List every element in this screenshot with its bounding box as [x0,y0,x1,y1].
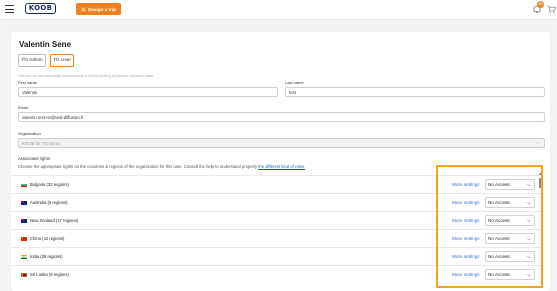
associated-rights-help: Choose the appropriate rights on the cou… [18,164,305,169]
country-name: Bulgaria (32 regions) [30,182,69,187]
cart-icon[interactable] [547,5,556,14]
first-name-field[interactable]: Valentin [18,87,278,97]
roles-help-link[interactable]: the different kind of roles. [258,164,305,169]
last-name-field[interactable]: test [285,87,545,97]
sri-lanka-flag-icon [21,273,27,277]
email-field[interactable]: valentin.test+to@test-diffusion.fr [18,112,545,122]
koob-logo[interactable]: KOOB [25,3,56,14]
role-to-admin-button[interactable]: TO Admin [18,54,46,67]
organization-value: KOOB for TO Demo [22,141,61,146]
country-name: India (28 regions) [30,254,63,259]
country-name: Sri Lanka (9 regions) [30,272,69,277]
first-name-label: First name [18,80,37,85]
australia-flag-icon [21,201,27,205]
notification-badge: 20 [537,1,544,8]
bulgaria-flag-icon [21,183,27,187]
email-label: Email [18,105,29,110]
india-flag-icon [21,255,27,259]
highlight-box [436,165,543,288]
organization-label: Organization [18,131,41,136]
chevron-down-icon [536,142,540,145]
menu-icon[interactable] [5,5,14,13]
design-a-trip-button[interactable]: Design a trip [76,3,121,15]
design-a-trip-label: Design a trip [88,6,116,12]
country-name: China (42 regions) [30,236,65,241]
china-flag-icon [21,237,27,241]
country-name: New Zealand (17 regions) [30,218,79,223]
organization-select: KOOB for TO Demo [18,138,545,148]
last-name-label: Last name [285,80,304,85]
help-text: Choose the appropriate rights on the cou… [18,164,259,169]
country-name: Australia (8 regions) [30,200,68,205]
role-info-text: This user can see information but cannot… [18,74,154,78]
top-bar: KOOB Design a trip 20 [0,0,557,20]
role-to-user-button[interactable]: TO User [50,54,74,67]
new-zealand-flag-icon [21,219,27,223]
page-title: Valentin Sene [19,40,72,49]
compass-icon [81,6,86,12]
associated-rights-title: Associated rights [18,156,50,161]
